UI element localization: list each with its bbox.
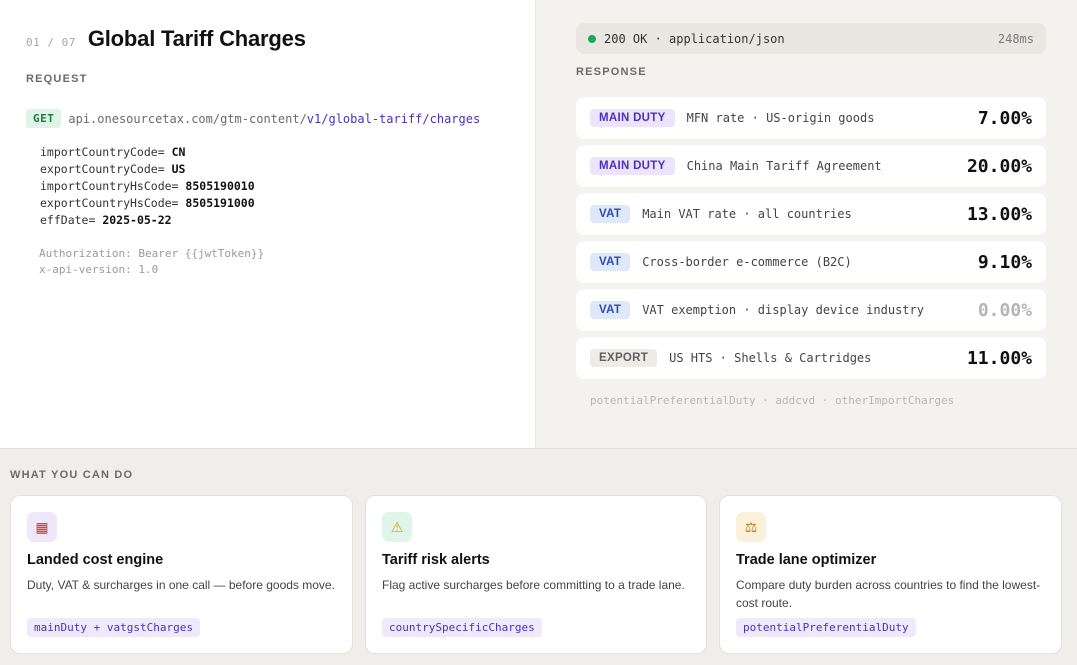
charge-description: US HTS · Shells & Cartridges [669, 351, 872, 365]
param-row: exportCountryCode= US [40, 161, 255, 178]
use-cases-panel: WHAT YOU CAN DO ▦ Landed cost engine Dut… [0, 448, 1077, 665]
status-text: 200 OK · application/json [604, 31, 785, 46]
warning-icon: ⚠ [382, 512, 412, 542]
charge-rate: 0.00% [977, 299, 1032, 321]
url-path: v1/global-tariff/charges [306, 111, 481, 126]
param-value: CN [171, 145, 186, 159]
param-key: exportCountryCode= [40, 162, 165, 176]
card-field-chip: countrySpecificCharges [382, 618, 542, 637]
charge-row: VAT Main VAT rate · all countries 13.00% [576, 193, 1046, 235]
latency: 248ms [997, 31, 1034, 46]
param-row: effDate= 2025-05-22 [40, 212, 255, 229]
card-field-chip: mainDuty + vatgstCharges [27, 618, 200, 637]
charge-rate: 13.00% [966, 203, 1032, 225]
card-description: Duty, VAT & surcharges in one call — bef… [27, 578, 335, 592]
query-params: importCountryCode= CN exportCountryCode=… [40, 144, 255, 229]
charge-row: VAT VAT exemption · display device indus… [576, 289, 1046, 331]
param-value: 8505190010 [185, 179, 255, 193]
param-key: importCountryHsCode= [40, 179, 179, 193]
request-panel: 01 / 07 Global Tariff Charges REQUEST GE… [0, 0, 536, 448]
response-footnote: potentialPreferentialDuty · addcvd · oth… [590, 394, 955, 407]
charge-row: VAT Cross-border e-commerce (B2C) 9.10% [576, 241, 1046, 283]
param-row: importCountryHsCode= 8505190010 [40, 178, 255, 195]
charge-description: VAT exemption · display device industry [642, 303, 924, 317]
card-title: Landed cost engine [27, 552, 164, 568]
use-case-card-landed-cost[interactable]: ▦ Landed cost engine Duty, VAT & surchar… [10, 495, 353, 654]
charge-rate: 9.10% [977, 251, 1032, 273]
charge-rate: 11.00% [966, 347, 1032, 369]
http-method-badge: GET [26, 109, 62, 128]
param-value: 2025-05-22 [102, 213, 172, 227]
request-headers: Authorization: Bearer {{jwtToken}} x-api… [39, 246, 264, 278]
slide-counter: 01 / 07 [26, 36, 76, 49]
use-case-card-tariff-risk[interactable]: ⚠ Tariff risk alerts Flag active surchar… [365, 495, 707, 654]
request-url[interactable]: api.onesourcetax.com/gtm-content/v1/glob… [68, 112, 480, 126]
charge-description: MFN rate · US-origin goods [686, 111, 875, 125]
use-cases-section-label: WHAT YOU CAN DO [10, 469, 134, 481]
card-description: Flag active surcharges before committing… [382, 578, 685, 592]
request-section-label: REQUEST [26, 73, 88, 85]
charge-type-badge: MAIN DUTY [590, 109, 675, 127]
param-key: importCountryCode= [40, 145, 165, 159]
page-title: Global Tariff Charges [87, 26, 306, 51]
charge-description: China Main Tariff Agreement [686, 159, 882, 173]
param-row: exportCountryHsCode= 8505191000 [40, 195, 255, 212]
charge-type-badge: VAT [590, 205, 631, 223]
use-case-card-trade-lane[interactable]: ⚖ Trade lane optimizer Compare duty burd… [719, 495, 1062, 654]
param-row: importCountryCode= CN [40, 144, 255, 161]
charge-rate: 7.00% [977, 107, 1032, 129]
charge-type-badge: EXPORT [590, 349, 658, 367]
card-field-chip: potentialPreferentialDuty [736, 618, 916, 637]
charge-row: EXPORT US HTS · Shells & Cartridges 11.0… [576, 337, 1046, 379]
charge-rate: 20.00% [966, 155, 1032, 177]
scales-icon: ⚖ [736, 512, 766, 542]
status-dot-icon [588, 35, 596, 43]
response-section-label: RESPONSE [576, 66, 647, 78]
charge-row: MAIN DUTY China Main Tariff Agreement 20… [576, 145, 1046, 187]
charge-type-badge: MAIN DUTY [590, 157, 675, 175]
response-rows: MAIN DUTY MFN rate · US-origin goods 7.0… [576, 97, 1046, 385]
charge-type-badge: VAT [590, 253, 631, 271]
status-text-wrap: 200 OK · application/json [588, 32, 785, 46]
status-bar: 200 OK · application/json 248ms [576, 23, 1046, 54]
card-title: Tariff risk alerts [382, 552, 490, 568]
calculator-icon: ▦ [27, 512, 57, 542]
param-key: effDate= [40, 213, 96, 227]
param-key: exportCountryHsCode= [40, 196, 179, 210]
charge-description: Cross-border e-commerce (B2C) [642, 255, 852, 269]
url-prefix: api.onesourcetax.com/gtm-content/ [68, 111, 307, 126]
card-title: Trade lane optimizer [736, 552, 877, 568]
header-api-version: x-api-version: 1.0 [39, 263, 159, 276]
title-row: 01 / 07 Global Tariff Charges [26, 26, 306, 52]
request-line: GET api.onesourcetax.com/gtm-content/v1/… [26, 109, 480, 128]
param-value: 8505191000 [185, 196, 255, 210]
header-authorization: Authorization: Bearer {{jwtToken}} [39, 247, 265, 260]
param-value: US [171, 162, 186, 176]
card-description: Compare duty burden across countries to … [736, 578, 1041, 610]
charge-description: Main VAT rate · all countries [642, 207, 852, 221]
charge-type-badge: VAT [590, 301, 631, 319]
charge-row: MAIN DUTY MFN rate · US-origin goods 7.0… [576, 97, 1046, 139]
